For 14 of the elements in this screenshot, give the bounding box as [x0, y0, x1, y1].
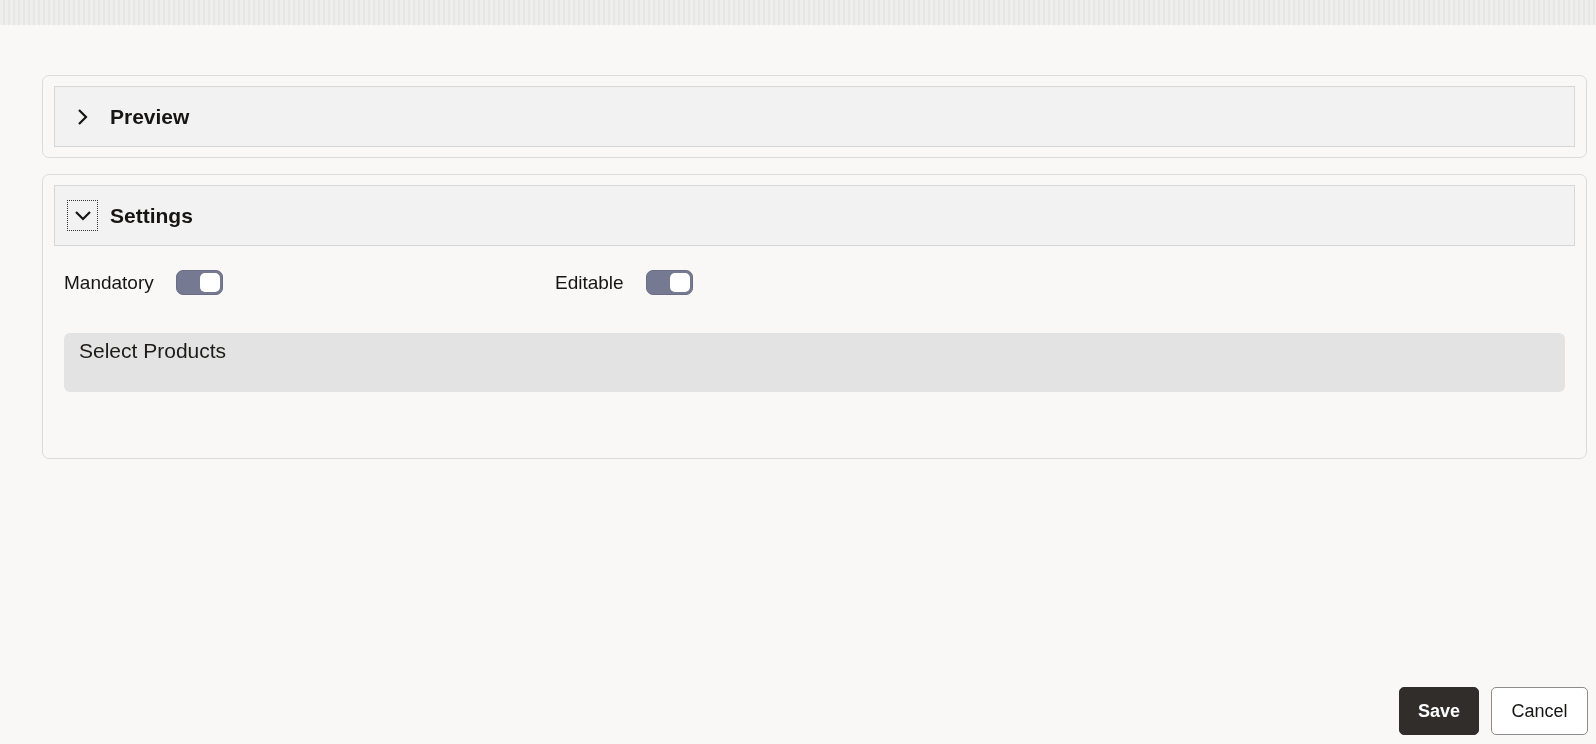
section-header[interactable]: Settings [54, 185, 1575, 246]
cancel-button[interactable]: Cancel [1491, 687, 1588, 735]
chevron-right-icon [77, 108, 88, 125]
toggle-switch[interactable] [645, 270, 693, 295]
chevron-button[interactable] [67, 200, 98, 231]
toggle-label: Mandatory [64, 271, 154, 294]
toggle-label: Editable [555, 271, 624, 294]
toggle-switch[interactable] [175, 270, 223, 295]
section-title: Preview [110, 104, 190, 129]
section-title: Settings [110, 203, 193, 228]
section-header[interactable]: Preview [54, 86, 1575, 147]
save-button[interactable]: Save [1399, 687, 1479, 735]
products-select-field[interactable]: Select Products [64, 333, 1565, 392]
chevron-down-icon [74, 210, 91, 221]
